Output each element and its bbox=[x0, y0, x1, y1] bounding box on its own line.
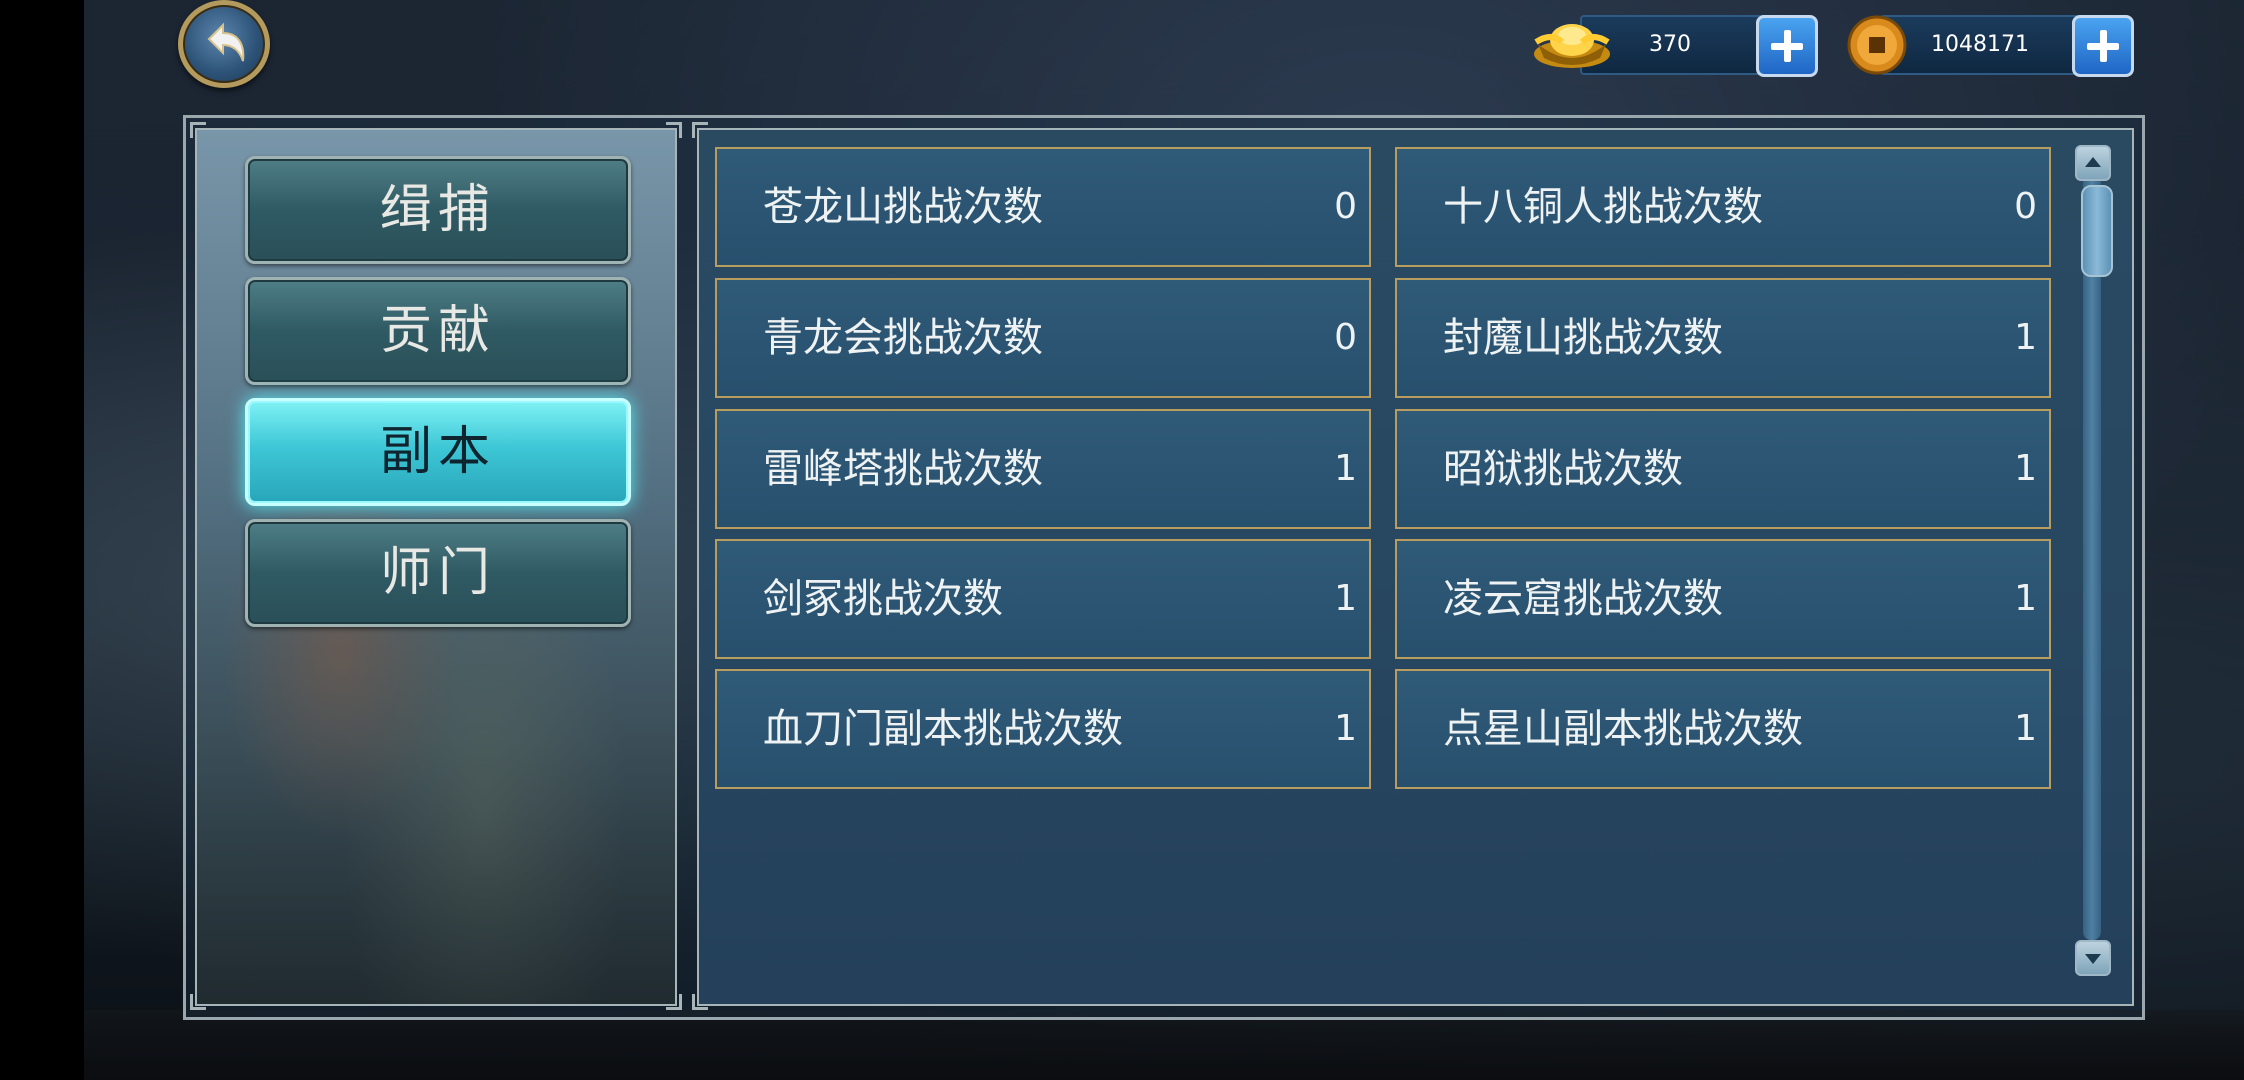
corner-ornament bbox=[666, 994, 682, 1010]
corner-ornament bbox=[692, 122, 708, 138]
back-button[interactable] bbox=[178, 0, 270, 88]
tab-arrest[interactable]: 缉捕 bbox=[245, 156, 631, 264]
stat-cell: 十八铜人挑战次数 0 bbox=[1395, 147, 2051, 267]
corner-ornament bbox=[190, 994, 206, 1010]
copper-coin-icon bbox=[1847, 15, 1907, 75]
stat-label: 十八铜人挑战次数 bbox=[1443, 184, 1763, 230]
corner-ornament bbox=[666, 122, 682, 138]
stat-cell: 封魔山挑战次数 1 bbox=[1395, 278, 2051, 398]
stat-label: 苍龙山挑战次数 bbox=[763, 184, 1043, 230]
gold-value: 370 bbox=[1649, 32, 1691, 57]
stat-value: 1 bbox=[2014, 578, 2037, 619]
stat-value: 0 bbox=[1334, 317, 1357, 358]
add-gold-button[interactable] bbox=[1756, 15, 1818, 77]
stat-label: 青龙会挑战次数 bbox=[763, 315, 1043, 361]
back-arrow-icon bbox=[207, 22, 245, 62]
stat-label: 点星山副本挑战次数 bbox=[1443, 706, 1803, 752]
stat-value: 1 bbox=[1334, 448, 1357, 489]
stat-label: 昭狱挑战次数 bbox=[1443, 446, 1683, 492]
stat-value: 1 bbox=[2014, 317, 2037, 358]
gold-ingot-icon bbox=[1534, 24, 1610, 68]
stat-label: 雷峰塔挑战次数 bbox=[763, 446, 1043, 492]
corner-ornament bbox=[692, 994, 708, 1010]
stat-cell: 昭狱挑战次数 1 bbox=[1395, 409, 2051, 529]
stat-value: 1 bbox=[1334, 708, 1357, 749]
stat-label: 凌云窟挑战次数 bbox=[1443, 576, 1723, 622]
stat-cell: 青龙会挑战次数 0 bbox=[715, 278, 1371, 398]
stat-value: 1 bbox=[2014, 448, 2037, 489]
coin-value: 1048171 bbox=[1931, 32, 2029, 57]
tab-dungeon[interactable]: 副本 bbox=[245, 398, 631, 506]
tab-sect[interactable]: 师门 bbox=[245, 519, 631, 627]
corner-ornament bbox=[190, 122, 206, 138]
stat-value: 0 bbox=[2014, 186, 2037, 227]
scroll-up-button[interactable] bbox=[2075, 145, 2111, 181]
stat-cell: 雷峰塔挑战次数 1 bbox=[715, 409, 1371, 529]
stat-label: 血刀门副本挑战次数 bbox=[763, 706, 1123, 752]
stat-cell: 血刀门副本挑战次数 1 bbox=[715, 669, 1371, 789]
arrow-down-icon bbox=[2085, 954, 2101, 964]
stat-value: 0 bbox=[1334, 186, 1357, 227]
scroll-down-button[interactable] bbox=[2075, 940, 2111, 976]
scrollbar-thumb[interactable] bbox=[2081, 185, 2113, 277]
stat-cell: 凌云窟挑战次数 1 bbox=[1395, 539, 2051, 659]
stat-value: 1 bbox=[1334, 578, 1357, 619]
stat-label: 剑冢挑战次数 bbox=[763, 576, 1003, 622]
tab-contribution[interactable]: 贡献 bbox=[245, 277, 631, 385]
stat-cell: 苍龙山挑战次数 0 bbox=[715, 147, 1371, 267]
stat-cell: 点星山副本挑战次数 1 bbox=[1395, 669, 2051, 789]
stat-cell: 剑冢挑战次数 1 bbox=[715, 539, 1371, 659]
stat-value: 1 bbox=[2014, 708, 2037, 749]
stat-label: 封魔山挑战次数 bbox=[1443, 315, 1723, 361]
arrow-up-icon bbox=[2085, 157, 2101, 167]
add-coin-button[interactable] bbox=[2072, 15, 2134, 77]
